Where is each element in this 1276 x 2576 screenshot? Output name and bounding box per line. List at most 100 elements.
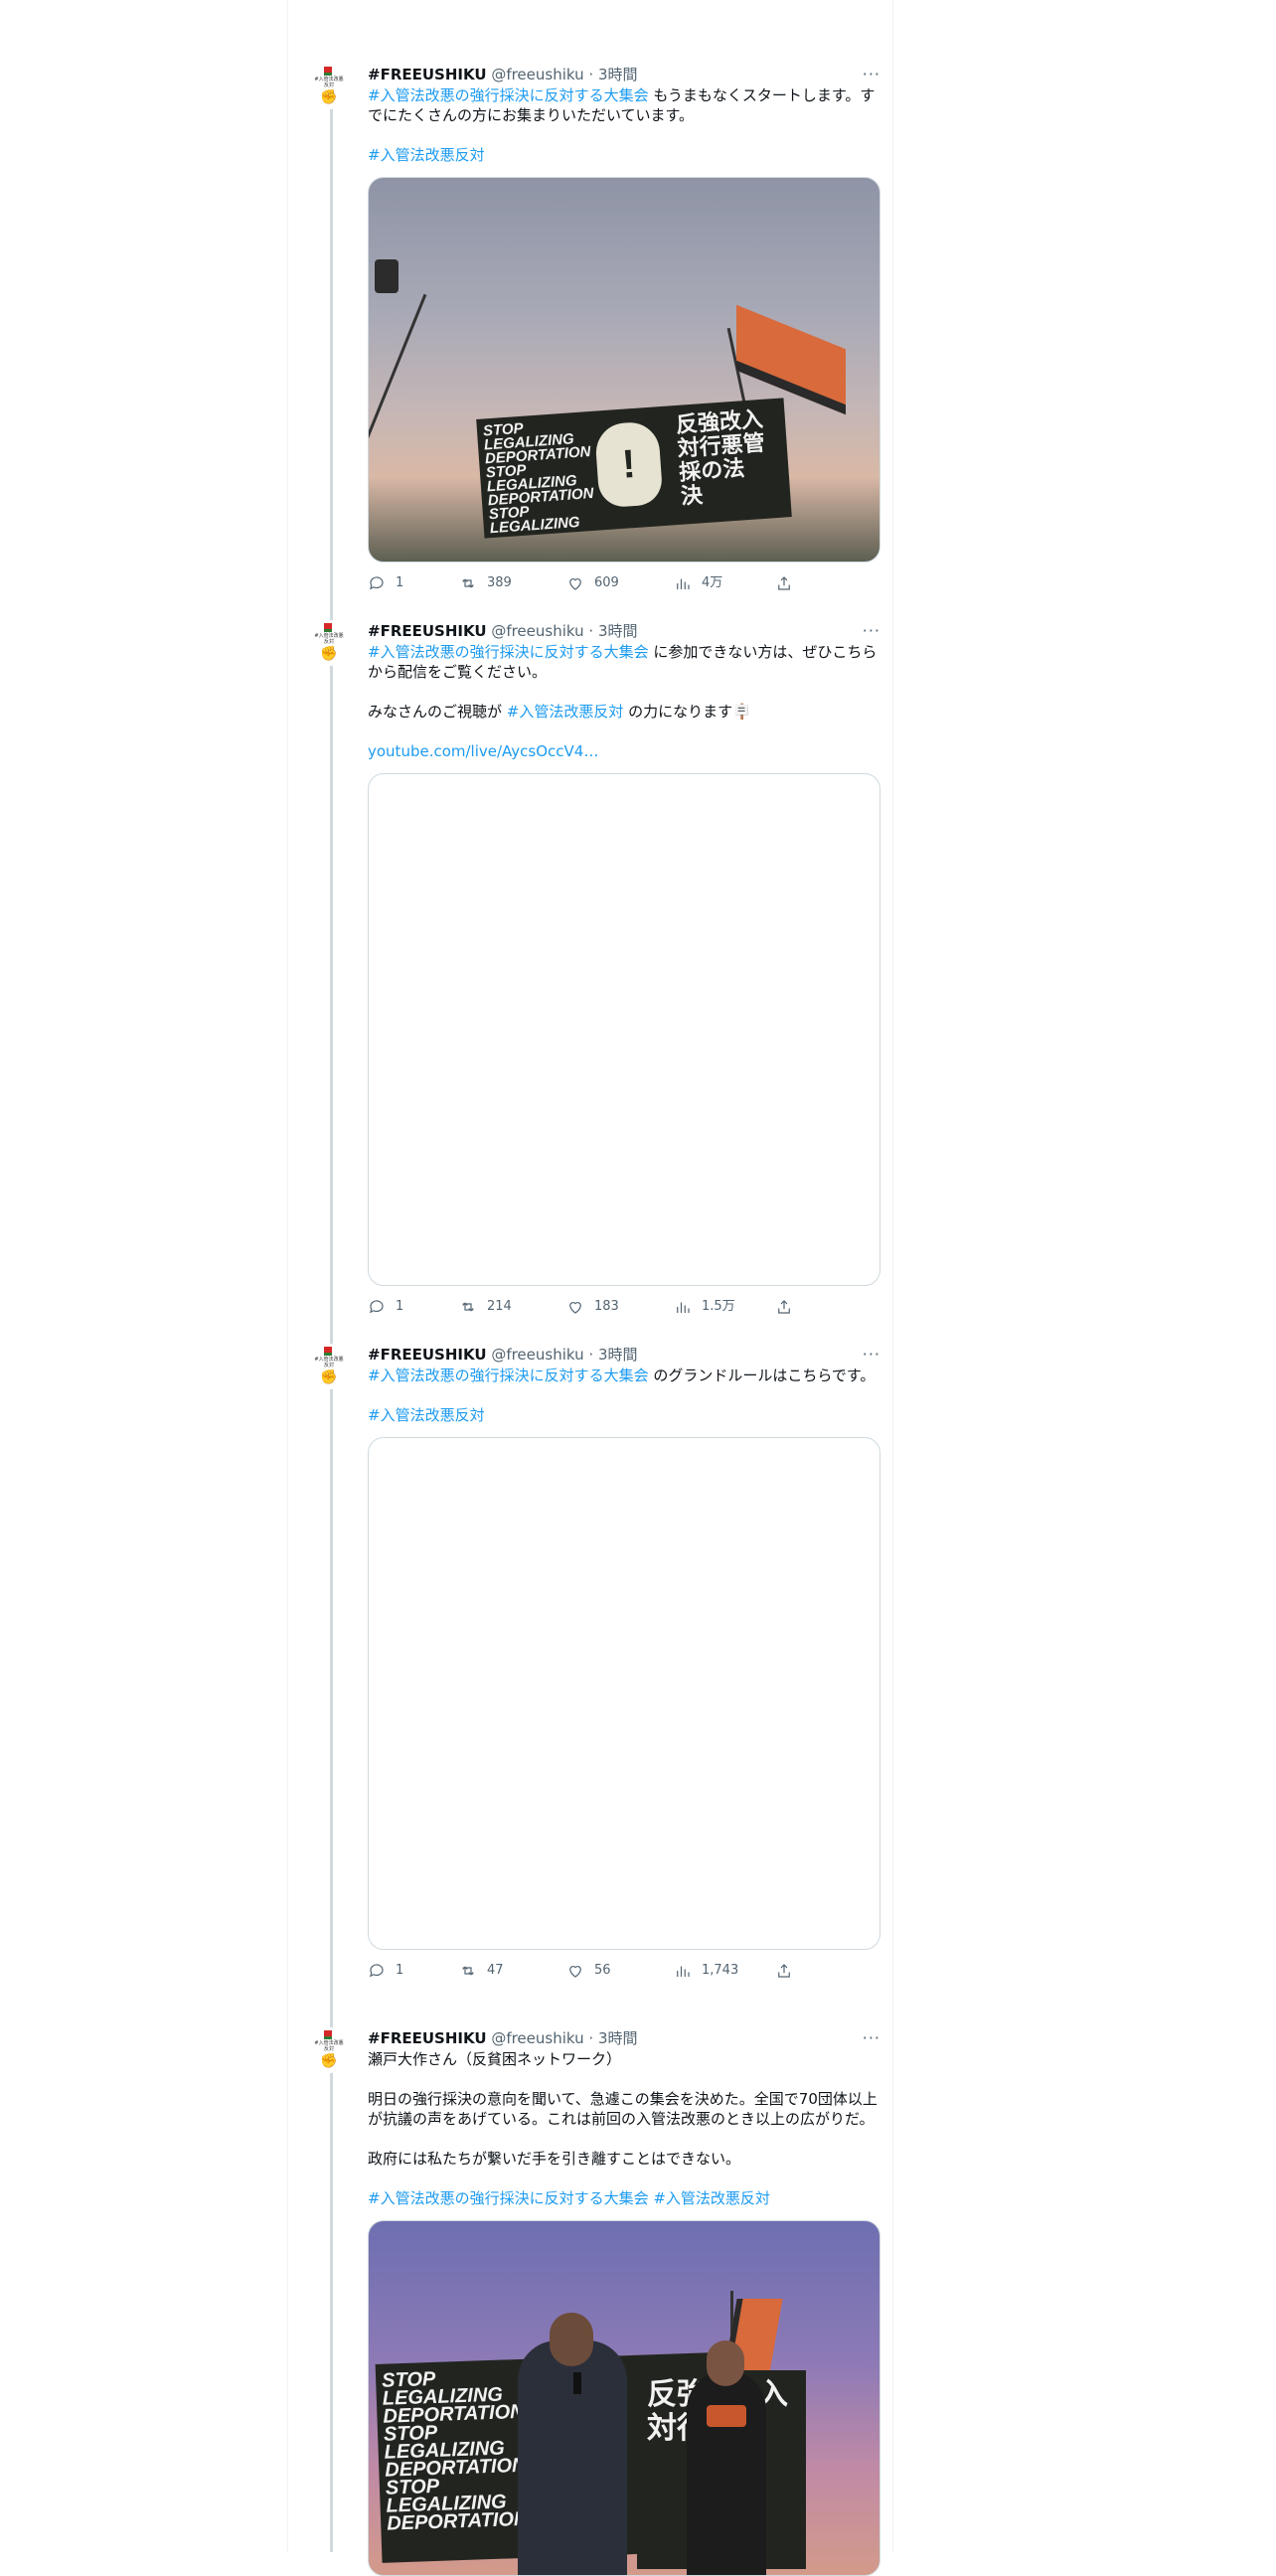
hashtag-link[interactable]: #入管法改悪の強行採決に反対する大集会 <box>368 2189 649 2207</box>
reply-count: 1 <box>396 1299 404 1314</box>
tweet-text-body: 瀬戸大作さん（反貧困ネットワーク） <box>368 2050 622 2068</box>
second-person <box>687 2370 766 2575</box>
fist-icon: ✊ <box>320 646 338 662</box>
flag-stripe <box>324 1353 332 1356</box>
heart-icon <box>569 1966 581 1978</box>
fist-icon: ✊ <box>320 1369 338 1385</box>
more-options-icon[interactable]: ··· <box>863 1344 880 1366</box>
heart-icon <box>569 1302 581 1314</box>
hashtag-link[interactable]: #入管法改悪反対 <box>368 1406 485 1424</box>
like-button[interactable]: 609 <box>566 574 619 592</box>
reply-button[interactable]: 1 <box>368 1962 403 1980</box>
tweet-text: 瀬戸大作さん（反貧困ネットワーク） 明日の強行採決の意向を聞いて、急遽この集会を… <box>368 2049 880 2208</box>
views-button[interactable]: 4万 <box>674 574 722 592</box>
image-embed[interactable] <box>368 1437 880 1950</box>
share-button[interactable] <box>775 1962 793 1980</box>
repost-count: 389 <box>487 575 512 590</box>
avatar-text: #入管法改悪 反対 <box>314 1357 344 1368</box>
timeline-column: #入管法改悪 反対 ✊ #FREEUSHIKU @freeushiku · 3時間… <box>287 0 893 2576</box>
repost-count: 214 <box>487 1299 512 1314</box>
repost-icon <box>462 1302 474 1312</box>
avatar-text: #入管法改悪 反対 <box>314 633 344 645</box>
protest-sign: STOP LEGALIZING DEPORTATION STOP LEGALIZ… <box>476 398 792 539</box>
tweet-header: #FREEUSHIKU @freeushiku · 3時間 ··· <box>368 2027 880 2049</box>
speaker-person <box>518 2340 627 2575</box>
hashtag-link[interactable]: #入管法改悪の強行採決に反対する大集会 <box>368 86 649 104</box>
views-count: 1.5万 <box>702 1299 735 1314</box>
tweet-text-body: 明日の強行採決の意向を聞いて、急遽この集会を決めた。全国で70団体以上が抗議の声… <box>368 2090 877 2128</box>
youtube-link[interactable]: youtube.com/live/AycsOccV4… <box>368 742 598 760</box>
tweet-body: #FREEUSHIKU @freeushiku · 3時間 ··· #入管法改悪… <box>368 620 880 1326</box>
more-options-icon[interactable]: ··· <box>863 64 880 85</box>
avatar[interactable]: #入管法改悪 反対 ✊ <box>306 2027 352 2073</box>
like-count: 183 <box>594 1299 619 1314</box>
separator-dot: · <box>588 66 594 83</box>
repost-button[interactable]: 47 <box>459 1962 504 1980</box>
reply-button[interactable]: 1 <box>368 1298 403 1316</box>
like-button[interactable]: 56 <box>566 1962 611 1980</box>
flag-stripe <box>324 629 332 632</box>
avatar-text: #入管法改悪 反対 <box>314 77 344 88</box>
tweet-photo[interactable]: STOP LEGALIZING DEPORTATION STOP LEGALIZ… <box>368 177 880 563</box>
streetlight-pole <box>369 293 427 480</box>
reply-icon <box>370 576 384 590</box>
tweet-actions: 1 389 609 4万 <box>368 563 880 602</box>
views-button[interactable]: 1.5万 <box>674 1298 735 1316</box>
author-name[interactable]: #FREEUSHIKU <box>368 1346 487 1364</box>
hashtag-link[interactable]: #入管法改悪の強行採決に反対する大集会 <box>368 643 649 661</box>
tweet-time[interactable]: 3時間 <box>598 622 638 640</box>
author-name[interactable]: #FREEUSHIKU <box>368 66 487 83</box>
views-chart-icon <box>677 1302 690 1313</box>
thread-connector-line <box>330 99 333 2552</box>
repost-button[interactable]: 214 <box>459 1298 512 1316</box>
more-options-icon[interactable]: ··· <box>863 2027 880 2049</box>
tweet-time[interactable]: 3時間 <box>598 1346 638 1364</box>
sign-text: DEPORTATION <box>386 2507 529 2535</box>
microphone <box>573 2372 581 2394</box>
tweet-text: #入管法改悪の強行採決に反対する大集会 に参加できない方は、ぜひこちらから配信を… <box>368 642 880 761</box>
hashtag-link[interactable]: #入管法改悪の強行採決に反対する大集会 <box>368 1367 649 1384</box>
repost-icon <box>462 1966 474 1976</box>
avatar[interactable]: #入管法改悪 反対 ✊ <box>306 620 352 666</box>
tweet-body: #FREEUSHIKU @freeushiku · 3時間 ··· #入管法改悪… <box>368 1344 880 1990</box>
tweet-body: #FREEUSHIKU @freeushiku · 3時間 ··· 瀬戸大作さん… <box>368 2027 880 2576</box>
repost-button[interactable]: 389 <box>459 574 512 592</box>
tweet-header: #FREEUSHIKU @freeushiku · 3時間 ··· <box>368 620 880 642</box>
heart-icon <box>569 578 581 590</box>
author-handle[interactable]: @freeushiku <box>491 66 583 83</box>
tweet-time[interactable]: 3時間 <box>598 66 638 83</box>
avatar[interactable]: #入管法改悪 反対 ✊ <box>306 64 352 109</box>
tweet-photo[interactable]: STOP LEGALIZING DEPORTATION STOP LEGALIZ… <box>368 2220 880 2576</box>
reply-count: 1 <box>396 575 404 590</box>
separator-dot: · <box>588 622 594 640</box>
link-card-embed[interactable] <box>368 773 880 1286</box>
fist-icon: ✊ <box>320 2053 338 2069</box>
avatar[interactable]: #入管法改悪 反対 ✊ <box>306 1344 352 1389</box>
tweet-text: #入管法改悪の強行採決に反対する大集会 のグランドルールはこちらです。 #入管法… <box>368 1366 880 1425</box>
views-button[interactable]: 1,743 <box>674 1962 738 1980</box>
share-button[interactable] <box>775 574 793 592</box>
hashtag-link[interactable]: #入管法改悪反対 <box>368 146 485 164</box>
tweet-text-body: の力になります <box>623 703 733 721</box>
tweet-actions: 1 47 56 1,743 <box>368 1950 880 1990</box>
shirt-logo <box>707 2405 746 2427</box>
hashtag-link[interactable]: #入管法改悪反対 <box>653 2189 770 2207</box>
second-person-head <box>707 2340 744 2386</box>
tweet-text: #入管法改悪の強行採決に反対する大集会 もうまもなくスタートします。すでにたくさ… <box>368 85 880 165</box>
views-count: 4万 <box>702 575 723 590</box>
reply-button[interactable]: 1 <box>368 574 403 592</box>
author-name[interactable]: #FREEUSHIKU <box>368 622 487 640</box>
share-button[interactable] <box>775 1298 793 1316</box>
separator-dot: · <box>588 1346 594 1364</box>
author-name[interactable]: #FREEUSHIKU <box>368 2029 487 2047</box>
like-button[interactable]: 183 <box>566 1298 619 1316</box>
more-options-icon[interactable]: ··· <box>863 620 880 642</box>
views-count: 1,743 <box>702 1963 739 1978</box>
tweet-time[interactable]: 3時間 <box>598 2029 638 2047</box>
repost-icon <box>462 578 474 588</box>
hashtag-link[interactable]: #入管法改悪反対 <box>507 703 624 721</box>
tweet-actions: 1 214 183 1.5万 <box>368 1286 880 1326</box>
author-handle[interactable]: @freeushiku <box>491 1346 583 1364</box>
author-handle[interactable]: @freeushiku <box>491 2029 583 2047</box>
author-handle[interactable]: @freeushiku <box>491 622 583 640</box>
